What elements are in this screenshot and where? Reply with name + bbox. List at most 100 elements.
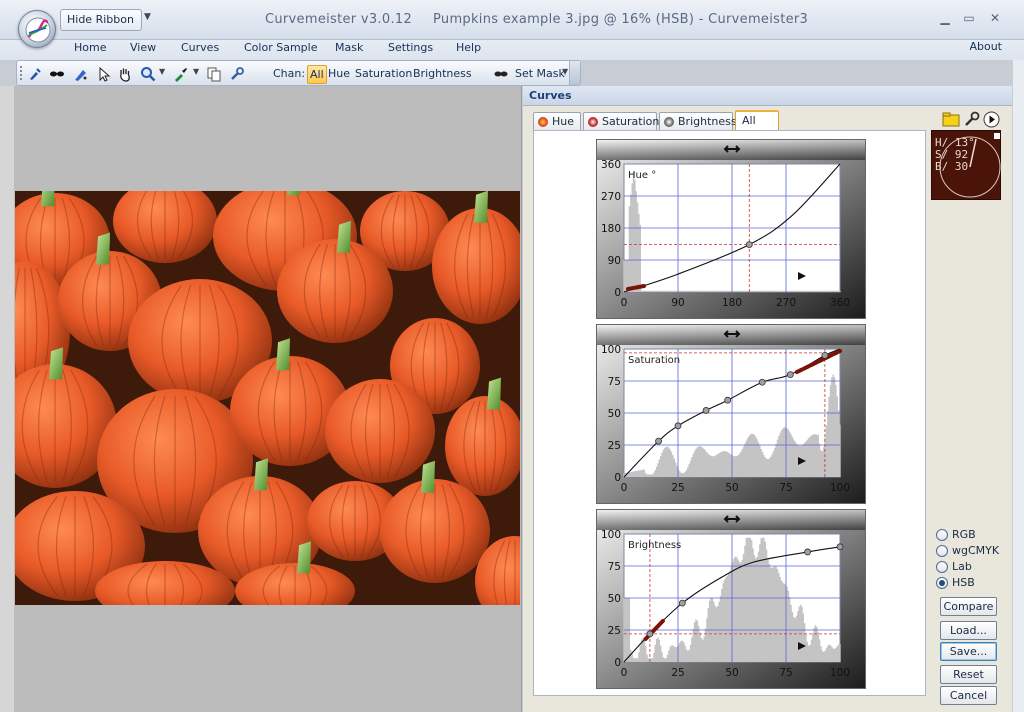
curve-node — [678, 599, 686, 607]
y-tick-label: 180 — [601, 223, 621, 235]
channel-label: Chan: — [273, 67, 306, 80]
x-tick-label: 75 — [779, 482, 792, 494]
pumpkin-stem — [421, 460, 435, 493]
load-button[interactable]: Load... — [940, 621, 997, 640]
pumpkin-stem — [254, 458, 268, 491]
menu-about[interactable]: About — [969, 40, 1002, 53]
pumpkins-photo[interactable] — [15, 191, 520, 605]
set-mask-icon[interactable] — [493, 66, 509, 82]
x-tick-label: 0 — [621, 482, 628, 494]
curves-title: Curves — [529, 89, 572, 102]
menu-help[interactable]: Help — [456, 41, 481, 54]
folder-icon[interactable] — [941, 110, 961, 128]
wrench-icon[interactable] — [229, 66, 245, 82]
y-tick-label: 90 — [608, 255, 621, 267]
hue-curve-graph[interactable]: Hue ° 360 270 180 90 0 0 90 180 270 360 — [596, 139, 866, 319]
image-canvas[interactable] — [14, 86, 522, 712]
y-tick-label: 75 — [608, 561, 621, 573]
curve-node — [745, 241, 753, 249]
y-tick-label: 270 — [601, 191, 621, 203]
title-bar: Hide Ribbon ▼ Curvemeister v3.0.12 Pumpk… — [0, 0, 1024, 48]
hide-ribbon-button[interactable]: Hide Ribbon — [60, 9, 142, 31]
menu-home[interactable]: Home — [74, 41, 106, 54]
channel-hue-button[interactable]: Hue — [326, 65, 352, 84]
tab-hue-label: Hue — [552, 115, 575, 128]
brightness-curve-graph[interactable]: Brightness 100 75 50 25 0 0 25 50 75 100 — [596, 509, 866, 689]
brightness-curve-svg[interactable]: Brightness10075502500 25 50 75 100 — [597, 510, 866, 689]
set-mask-dropdown-icon[interactable]: ▼ — [562, 67, 568, 76]
radio-lab-circle[interactable] — [936, 561, 948, 573]
hue-swatch-icon — [538, 117, 548, 127]
x-tick-label: 0 — [621, 297, 628, 309]
pen-tool-icon[interactable] — [73, 66, 89, 82]
x-tick-label: 360 — [830, 297, 850, 309]
pumpkins-image — [15, 191, 520, 605]
menu-mask[interactable]: Mask — [335, 41, 363, 54]
menu-curves[interactable]: Curves — [181, 41, 219, 54]
pumpkin-stem — [41, 191, 55, 207]
saturation-curve-svg[interactable]: Saturation10075502500 25 50 75 100 — [597, 325, 866, 504]
right-scrollbar[interactable] — [1012, 60, 1024, 712]
y-tick-label: 50 — [608, 593, 621, 605]
maximize-button[interactable]: ▭ — [960, 10, 978, 26]
y-tick-label: 25 — [608, 625, 621, 637]
app-menu-orb[interactable] — [18, 10, 56, 48]
tab-brightness[interactable]: Brightness — [659, 112, 737, 131]
radio-hsb-circle[interactable] — [936, 577, 948, 589]
reset-button[interactable]: Reset — [940, 665, 997, 684]
save-button[interactable]: Save... — [940, 642, 997, 661]
picker-dropdown-icon[interactable]: ▼ — [193, 67, 199, 76]
cancel-button[interactable]: Cancel — [940, 686, 997, 705]
arrow-pointer-icon[interactable] — [96, 66, 112, 82]
mask-glasses-icon[interactable] — [49, 66, 65, 82]
menu-color-sample[interactable]: Color Sample — [244, 41, 317, 54]
radio-hsb-label: HSB — [952, 576, 975, 589]
curve-node — [655, 437, 662, 445]
tab-saturation[interactable]: Saturation — [583, 112, 659, 131]
pumpkin-stem — [96, 232, 110, 265]
y-tick-label: 75 — [608, 376, 621, 388]
menu-view[interactable]: View — [130, 41, 156, 54]
quick-access-dropdown-icon[interactable]: ▼ — [144, 12, 151, 22]
curve-node — [836, 543, 844, 551]
pumpkin-stem — [276, 338, 290, 371]
tab-all[interactable]: All — [735, 110, 779, 132]
tab-hue[interactable]: Hue — [533, 112, 581, 131]
zoom-icon[interactable] — [140, 66, 156, 82]
toolbar-overflow[interactable] — [569, 61, 580, 85]
hue-curve-svg[interactable]: Hue °3602701809000 90 180 270 360 — [597, 140, 866, 319]
settings-wrench-icon[interactable] — [963, 110, 981, 128]
minimize-button[interactable]: ▁ — [936, 10, 954, 26]
radio-lab-label: Lab — [952, 560, 972, 573]
curve-node — [724, 396, 732, 404]
tab-all-label: All — [742, 114, 756, 127]
y-tick-label: 25 — [608, 440, 621, 452]
channel-brightness-button[interactable]: Brightness — [411, 65, 474, 84]
curvemeister-logo-icon — [25, 17, 51, 43]
saturation-curve-graph[interactable]: Saturation 100 75 50 25 0 0 25 50 75 100 — [596, 324, 866, 504]
compare-button[interactable]: Compare — [940, 597, 997, 616]
color-picker-icon[interactable] — [173, 66, 189, 82]
x-tick-label: 50 — [725, 667, 738, 679]
menu-bar: Home View Curves Color Sample Mask Setti… — [0, 40, 1024, 60]
x-tick-label: 25 — [671, 667, 684, 679]
zoom-dropdown-icon[interactable]: ▼ — [159, 67, 165, 76]
hand-pan-icon[interactable] — [117, 66, 133, 82]
y-tick-label: 50 — [608, 408, 621, 420]
copy-icon[interactable] — [206, 66, 222, 82]
toolbar-grip[interactable] — [20, 66, 23, 80]
close-button[interactable]: ✕ — [986, 10, 1004, 26]
channel-all-button[interactable]: All — [307, 65, 327, 84]
x-tick-label: 25 — [671, 482, 684, 494]
readout-brightness: B/ 30 — [935, 160, 969, 173]
radio-rgb-circle[interactable] — [936, 529, 948, 541]
set-mask-button[interactable]: Set Mask — [515, 67, 565, 80]
channel-saturation-button[interactable]: Saturation — [353, 65, 414, 84]
radio-wgcmyk-circle[interactable] — [936, 545, 948, 557]
curves-header: Curves — [523, 86, 1024, 106]
brightness-swatch-icon — [664, 117, 674, 127]
play-icon[interactable] — [983, 111, 1000, 128]
eyedropper-add-icon[interactable] — [27, 66, 43, 82]
menu-settings[interactable]: Settings — [388, 41, 433, 54]
y-tick-label: 360 — [601, 159, 621, 171]
